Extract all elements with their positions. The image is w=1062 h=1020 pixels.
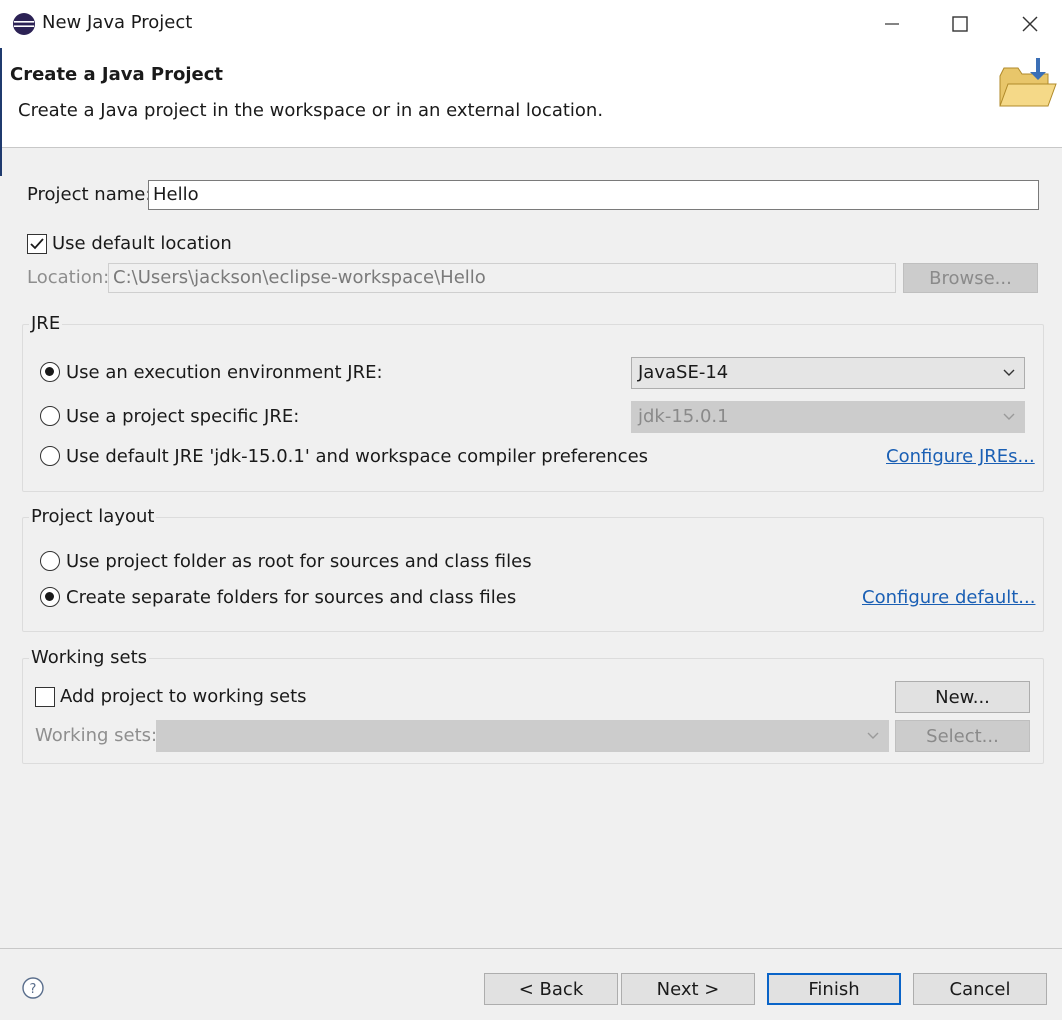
- exec-env-combo[interactable]: JavaSE-14: [631, 357, 1025, 389]
- jre-group-title: JRE: [29, 313, 63, 334]
- separate-folders-radio[interactable]: [40, 587, 60, 607]
- maximize-icon: [952, 16, 968, 32]
- project-specific-value: jdk-15.0.1: [638, 406, 729, 427]
- eclipse-icon: [13, 13, 35, 35]
- add-to-working-sets-label: Add project to working sets: [60, 686, 307, 707]
- configure-jres-link[interactable]: Configure JREs...: [886, 446, 1035, 467]
- project-specific-label: Use a project specific JRE:: [66, 406, 300, 427]
- select-working-sets-button[interactable]: Select...: [895, 720, 1030, 752]
- project-name-label: Project name:: [27, 184, 152, 205]
- use-default-location-checkbox[interactable]: [27, 234, 47, 254]
- folder-root-radio[interactable]: [40, 551, 60, 571]
- folder-root-label: Use project folder as root for sources a…: [66, 551, 532, 572]
- maximize-button[interactable]: [930, 4, 990, 44]
- project-specific-combo[interactable]: jdk-15.0.1: [631, 401, 1025, 433]
- close-icon: [1022, 16, 1038, 32]
- close-button[interactable]: [1000, 4, 1060, 44]
- use-default-location-label: Use default location: [52, 233, 232, 254]
- exec-env-value: JavaSE-14: [638, 362, 729, 383]
- project-layout-group: [22, 517, 1044, 632]
- wizard-banner: Create a Java Project Create a Java proj…: [0, 48, 1062, 148]
- default-jre-radio[interactable]: [40, 446, 60, 466]
- working-sets-group-title: Working sets: [29, 647, 150, 668]
- checkmark-icon: [30, 238, 44, 250]
- chevron-down-icon: [1003, 413, 1015, 420]
- help-icon[interactable]: ?: [22, 977, 44, 999]
- project-layout-group-title: Project layout: [29, 506, 157, 527]
- page-description: Create a Java project in the workspace o…: [18, 100, 604, 121]
- chevron-down-icon: [867, 732, 879, 739]
- configure-default-link[interactable]: Configure default...: [862, 587, 1035, 608]
- chevron-down-icon: [1003, 369, 1015, 376]
- finish-button[interactable]: Finish: [767, 973, 901, 1005]
- browse-button[interactable]: Browse...: [903, 263, 1038, 293]
- separate-folders-label: Create separate folders for sources and …: [66, 587, 517, 608]
- location-input[interactable]: C:\Users\jackson\eclipse-workspace\Hello: [108, 263, 896, 293]
- add-to-working-sets-checkbox[interactable]: [35, 687, 55, 707]
- working-sets-combo[interactable]: [156, 720, 889, 752]
- page-title: Create a Java Project: [10, 64, 224, 85]
- default-jre-label: Use default JRE 'jdk-15.0.1' and workspa…: [66, 446, 649, 467]
- footer-separator: [0, 948, 1062, 949]
- next-button[interactable]: Next >: [621, 973, 755, 1005]
- minimize-icon: [885, 23, 899, 25]
- minimize-button[interactable]: [862, 4, 922, 44]
- back-button[interactable]: < Back: [484, 973, 618, 1005]
- svg-text:?: ?: [30, 982, 37, 997]
- new-folder-icon: [999, 58, 1057, 107]
- title-bar: New Java Project: [0, 0, 1062, 48]
- cancel-button[interactable]: Cancel: [913, 973, 1047, 1005]
- banner-edge: [0, 48, 2, 176]
- project-name-input[interactable]: Hello: [148, 180, 1039, 210]
- working-sets-label: Working sets:: [35, 725, 158, 746]
- exec-env-radio[interactable]: [40, 362, 60, 382]
- project-specific-radio[interactable]: [40, 406, 60, 426]
- window-title: New Java Project: [42, 12, 193, 33]
- exec-env-label: Use an execution environment JRE:: [66, 362, 383, 383]
- new-working-set-button[interactable]: New...: [895, 681, 1030, 713]
- location-label: Location:: [27, 267, 110, 288]
